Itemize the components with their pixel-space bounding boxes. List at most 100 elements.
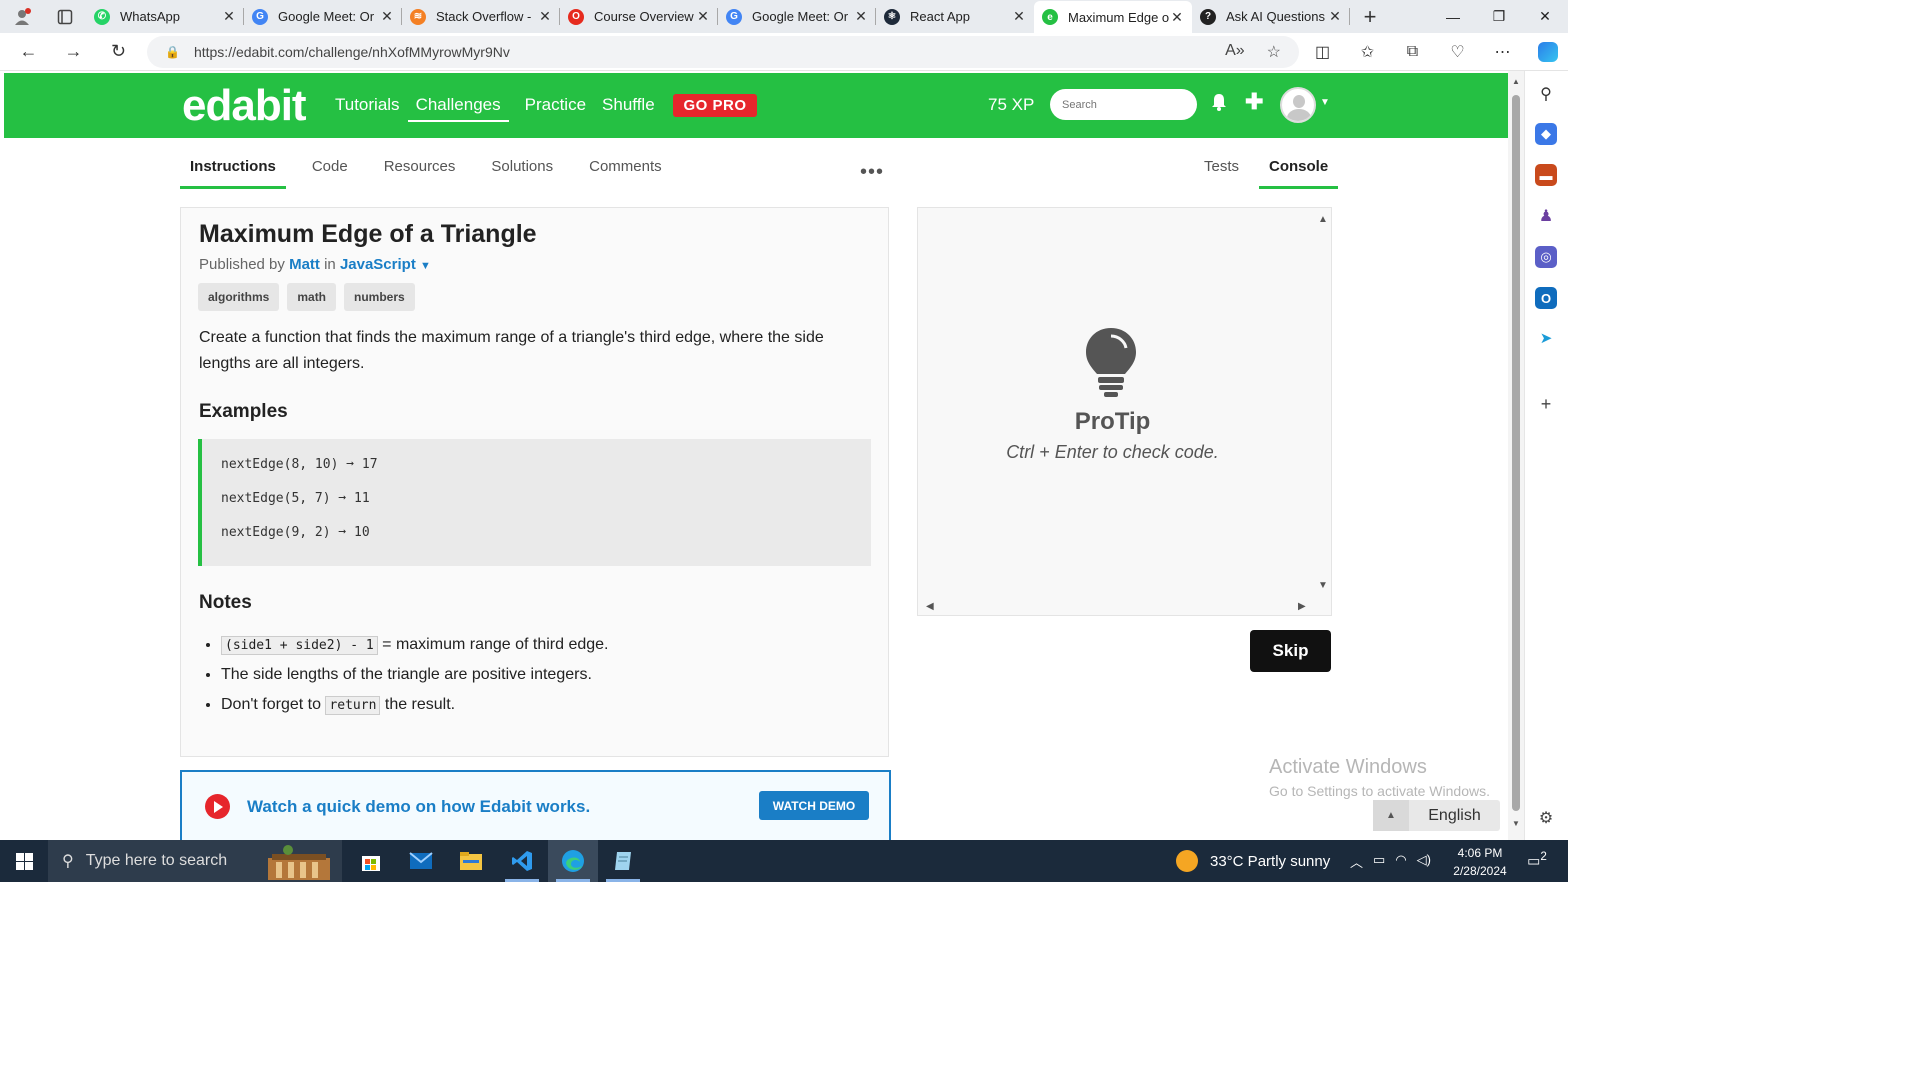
new-tab-button[interactable]: +: [1350, 4, 1390, 30]
notepad-icon[interactable]: [598, 840, 648, 882]
close-window-button[interactable]: ✕: [1522, 0, 1568, 33]
volume-icon[interactable]: ◁): [1417, 852, 1431, 871]
address-bar-row: ← → ↻ 🔒 https://edabit.com/challenge/nhX…: [0, 33, 1568, 71]
nav-link-shuffle[interactable]: Shuffle: [602, 95, 655, 122]
outlook-icon[interactable]: O: [1535, 287, 1557, 309]
profile-icon[interactable]: [0, 0, 43, 33]
console-horizontal-scrollbar[interactable]: ◀ ▶: [918, 598, 1316, 615]
close-tab-icon[interactable]: ✕: [1012, 8, 1026, 25]
games-icon[interactable]: ♟: [1535, 205, 1557, 227]
tab-actions-icon[interactable]: [43, 0, 86, 33]
scrollbar-thumb[interactable]: [1512, 95, 1520, 811]
browser-tab[interactable]: ✆ WhatsApp ✕: [86, 0, 244, 33]
console-panel[interactable]: ProTip Ctrl + Enter to check code. ▲ ▼ ◀…: [917, 207, 1332, 616]
challenge-description: Create a function that finds the maximum…: [199, 329, 824, 372]
collections-icon[interactable]: ⧉: [1390, 33, 1435, 71]
language-label: English: [1428, 806, 1481, 824]
demo-text[interactable]: Watch a quick demo on how Edabit works.: [247, 797, 590, 817]
tab-code[interactable]: Code: [302, 155, 358, 189]
copilot-icon[interactable]: [1525, 33, 1568, 71]
nav-link-challenges[interactable]: Challenges: [407, 95, 509, 122]
browser-tab[interactable]: ⚛ React App ✕: [876, 0, 1034, 33]
search-icon[interactable]: ⚲: [1535, 83, 1557, 105]
close-tab-icon[interactable]: ✕: [222, 8, 236, 25]
tab-tests[interactable]: Tests: [1194, 155, 1249, 189]
list-item: (side1 + side2) - 1 = maximum range of t…: [221, 636, 609, 666]
close-tab-icon[interactable]: ✕: [696, 8, 710, 25]
edabit-logo[interactable]: edabit: [182, 81, 307, 131]
more-menu-icon[interactable]: ⋯: [1480, 33, 1525, 71]
console-vertical-scrollbar[interactable]: ▲ ▼: [1314, 208, 1331, 600]
favorites-icon[interactable]: ✩: [1345, 33, 1390, 71]
file-explorer-icon[interactable]: [446, 840, 496, 882]
start-button[interactable]: [0, 840, 48, 882]
battery-icon[interactable]: ▭: [1373, 852, 1385, 871]
tag-numbers[interactable]: numbers: [344, 283, 415, 311]
favorite-star-icon[interactable]: ☆: [1267, 42, 1281, 62]
notes-heading: Notes: [199, 592, 252, 613]
restore-button[interactable]: ❐: [1476, 0, 1522, 33]
caret-down-icon[interactable]: ▼: [420, 260, 431, 272]
close-tab-icon[interactable]: ✕: [538, 8, 552, 25]
tab-solutions[interactable]: Solutions: [481, 155, 563, 189]
close-tab-icon[interactable]: ✕: [1328, 8, 1342, 25]
avatar[interactable]: [1280, 87, 1316, 123]
more-tabs-icon[interactable]: •••: [860, 161, 884, 184]
browser-tab[interactable]: e Maximum Edge o ✕: [1034, 1, 1192, 33]
play-icon[interactable]: [205, 794, 230, 819]
system-clock[interactable]: 4:06 PM 2/28/2024: [1450, 844, 1510, 880]
tag-math[interactable]: math: [287, 283, 337, 311]
bell-icon[interactable]: [1211, 93, 1227, 116]
browser-tab[interactable]: G Google Meet: Or ✕: [244, 0, 402, 33]
add-sidebar-icon[interactable]: +: [1535, 393, 1557, 415]
mail-icon[interactable]: [396, 840, 446, 882]
chevron-up-icon[interactable]: ︿: [1350, 852, 1363, 871]
notifications-icon[interactable]: ▭2: [1522, 850, 1552, 870]
close-tab-icon[interactable]: ✕: [854, 8, 868, 25]
browser-tab[interactable]: O Course Overview ✕: [560, 0, 718, 33]
go-pro-button[interactable]: GO PRO: [673, 94, 757, 117]
weather-widget[interactable]: 33°C Partly sunny: [1176, 850, 1330, 872]
shopping-tag-icon[interactable]: ◆: [1535, 123, 1557, 145]
browser-tab[interactable]: G Google Meet: Or ✕: [718, 0, 876, 33]
nav-link-practice[interactable]: Practice: [525, 95, 586, 122]
performance-icon[interactable]: ♡: [1435, 33, 1480, 71]
close-tab-icon[interactable]: ✕: [1170, 9, 1184, 26]
browser-tab[interactable]: ? Ask AI Questions ✕: [1192, 0, 1350, 33]
edge-browser-icon[interactable]: [548, 840, 598, 882]
language-link[interactable]: JavaScript: [340, 256, 416, 273]
read-aloud-icon[interactable]: A»: [1225, 42, 1245, 62]
skip-button[interactable]: Skip: [1250, 630, 1331, 672]
send-icon[interactable]: ➤: [1535, 327, 1557, 349]
add-icon[interactable]: ✚: [1245, 89, 1263, 115]
store-icon[interactable]: [346, 840, 396, 882]
wifi-icon[interactable]: ◠: [1395, 852, 1406, 871]
forward-button[interactable]: →: [51, 33, 96, 71]
minimize-button[interactable]: —: [1430, 0, 1476, 33]
vscode-icon[interactable]: [497, 840, 547, 882]
watch-demo-button[interactable]: WATCH DEMO: [759, 791, 869, 820]
back-button[interactable]: ←: [6, 33, 51, 71]
tab-console[interactable]: Console: [1259, 155, 1339, 189]
split-screen-icon[interactable]: ◫: [1300, 33, 1345, 71]
taskbar-search[interactable]: ⚲ Type here to search: [48, 840, 342, 882]
author-link[interactable]: Matt: [289, 256, 320, 273]
tag-algorithms[interactable]: algorithms: [198, 283, 280, 311]
tab-comments[interactable]: Comments: [579, 155, 672, 189]
tab-label: Google Meet: Or: [278, 9, 375, 24]
microsoft365-icon[interactable]: ◎: [1535, 246, 1557, 268]
tools-icon[interactable]: ▬: [1535, 164, 1557, 186]
chevron-up-icon[interactable]: ▲: [1373, 800, 1409, 831]
url-field[interactable]: 🔒 https://edabit.com/challenge/nhXofMMyr…: [147, 36, 1299, 68]
tab-resources[interactable]: Resources: [374, 155, 466, 189]
search-input[interactable]: [1050, 89, 1197, 120]
refresh-button[interactable]: ↻: [96, 33, 141, 71]
nav-link-tutorials[interactable]: Tutorials: [335, 95, 400, 122]
language-selector[interactable]: ▲ English: [1373, 800, 1500, 831]
page-scrollbar[interactable]: ▲ ▼: [1508, 71, 1524, 840]
chevron-down-icon[interactable]: ▼: [1320, 97, 1330, 108]
close-tab-icon[interactable]: ✕: [380, 8, 394, 25]
tab-instructions[interactable]: Instructions: [180, 155, 286, 189]
gear-icon[interactable]: ⚙: [1535, 807, 1557, 829]
browser-tab[interactable]: ≋ Stack Overflow - ✕: [402, 0, 560, 33]
